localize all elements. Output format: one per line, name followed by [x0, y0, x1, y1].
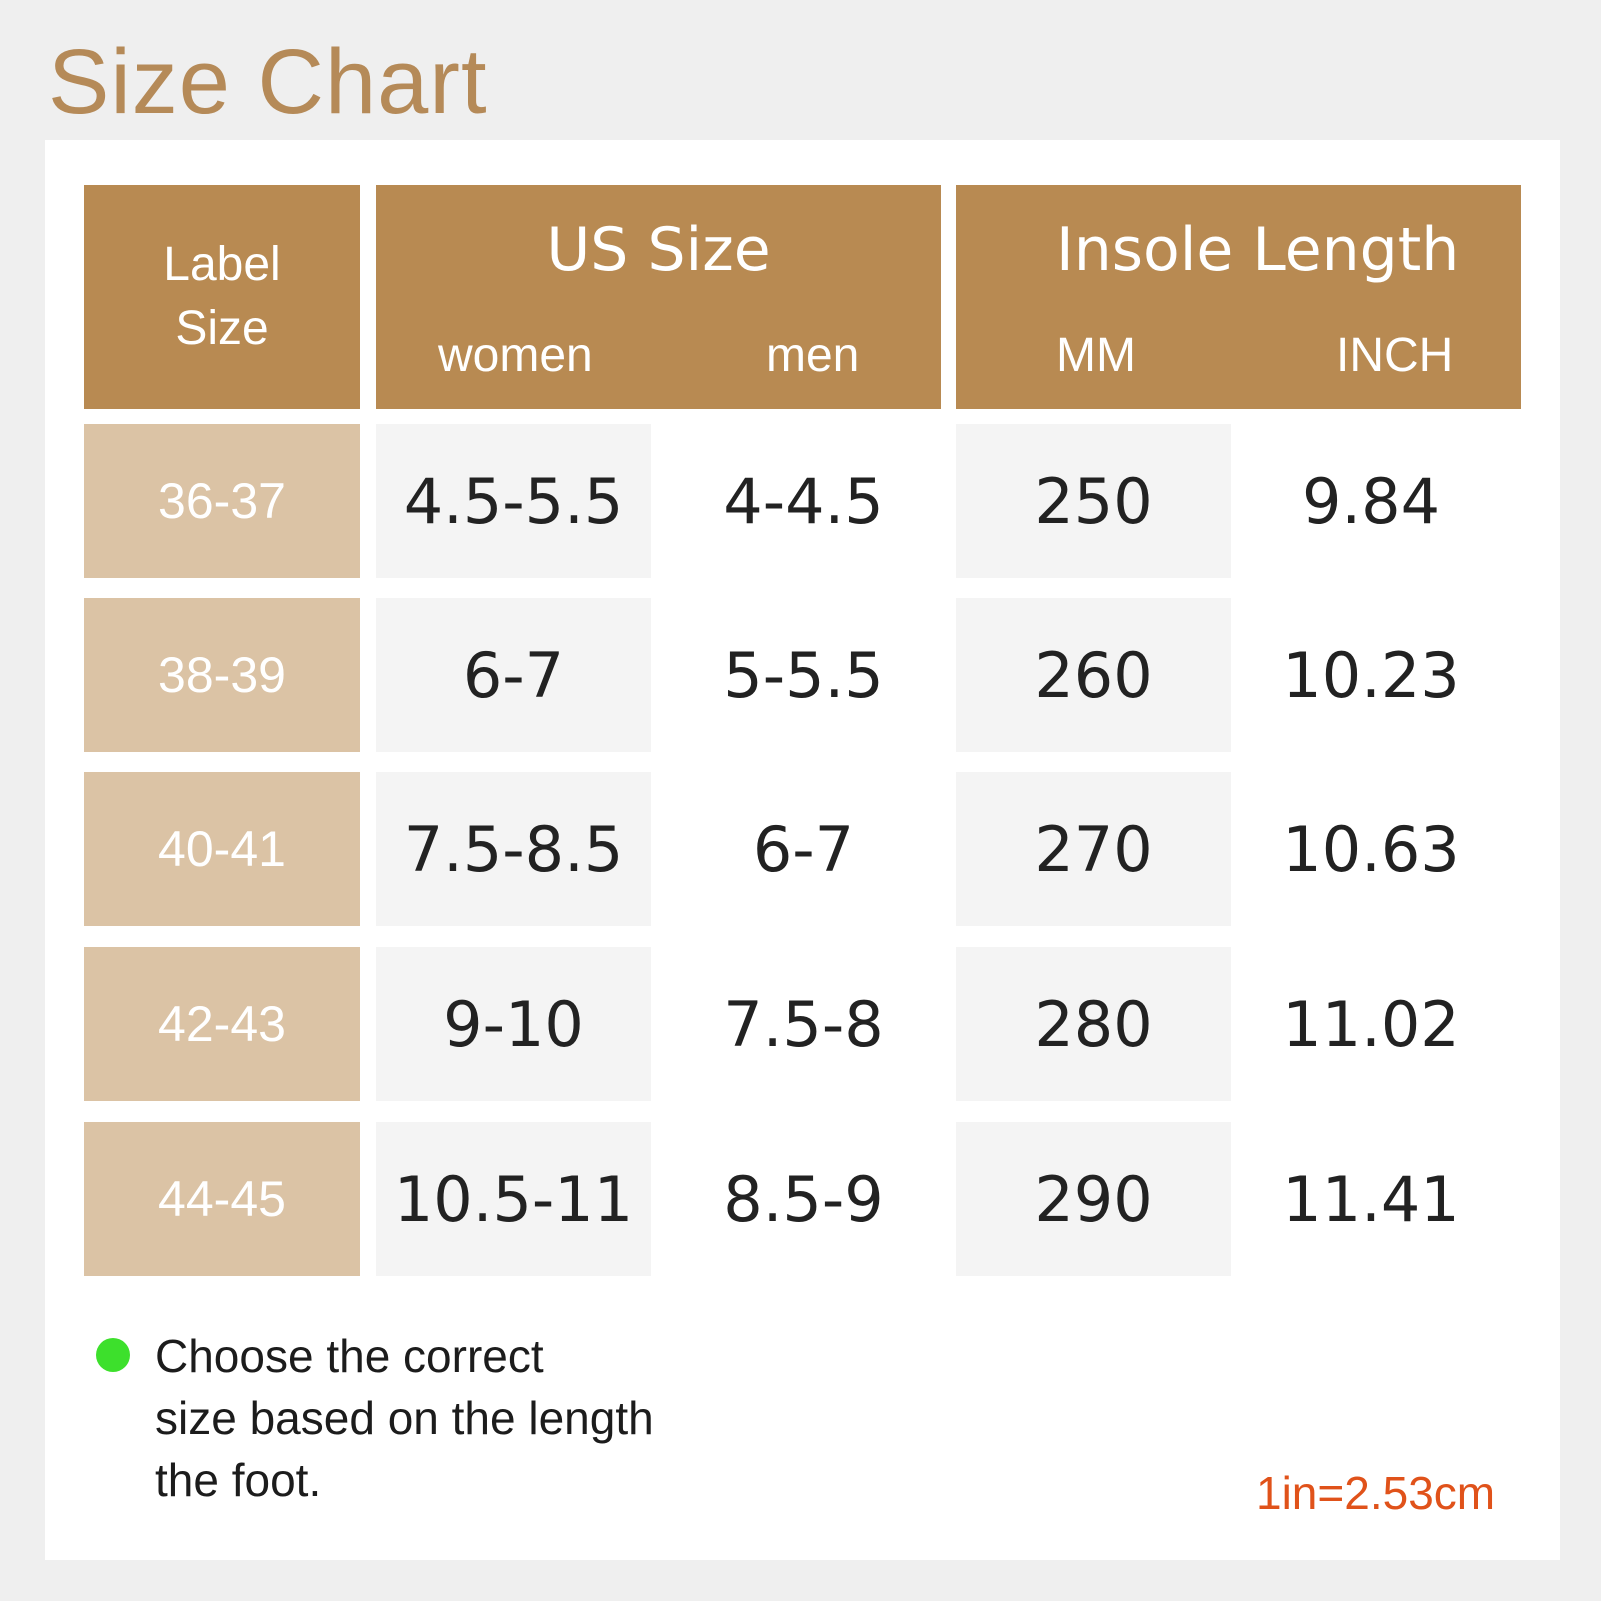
page-title: Size Chart: [48, 31, 488, 133]
insole-inch-cell: 10.63: [1282, 812, 1460, 886]
men-size-cell: 5-5.5: [723, 638, 884, 712]
women-size-cell: 6-7: [376, 598, 651, 752]
us-size-header: US Size women men: [376, 185, 941, 409]
unit-conversion-text: 1in=2.53cm: [1256, 1467, 1496, 1519]
label-size-header-line1: Label: [163, 238, 281, 291]
women-size-cell: 4.5-5.5: [376, 424, 651, 578]
insole-inch-cell: 9.84: [1301, 464, 1441, 538]
women-size-cell: 7.5-8.5: [376, 772, 651, 926]
size-note-line1: Choose the correct: [155, 1330, 544, 1382]
insole-mm-header: MM: [1056, 329, 1136, 382]
insole-mm-cell: 260: [956, 598, 1231, 752]
men-size-cell: 4-4.5: [723, 464, 884, 538]
label-size-cell: 40-41: [84, 772, 360, 926]
label-size-cell: 42-43: [84, 947, 360, 1101]
insole-mm-cell: 280: [956, 947, 1231, 1101]
label-size-header: Label Size: [84, 185, 360, 409]
insole-length-header-title: Insole Length: [1056, 215, 1460, 285]
size-note-line3: the foot.: [155, 1454, 322, 1506]
insole-inch-cell: 11.02: [1282, 987, 1460, 1061]
label-size-cell: 44-45: [84, 1122, 360, 1276]
us-size-women-header: women: [438, 329, 593, 382]
women-size-cell: 9-10: [376, 947, 651, 1101]
insole-mm-cell: 250: [956, 424, 1231, 578]
insole-length-header: Insole Length MM INCH: [956, 185, 1521, 409]
label-size-cell: 36-37: [84, 424, 360, 578]
us-size-header-title: US Size: [546, 215, 771, 285]
us-size-men-header: men: [766, 329, 860, 382]
green-dot-icon: [96, 1338, 130, 1372]
insole-mm-cell: 290: [956, 1122, 1231, 1276]
insole-inch-header: INCH: [1336, 329, 1454, 382]
size-note-line2: size based on the length: [155, 1392, 654, 1444]
label-size-cell: 38-39: [84, 598, 360, 752]
men-size-cell: 7.5-8: [723, 987, 884, 1061]
women-size-cell: 10.5-11: [376, 1122, 651, 1276]
size-note: Choose the correct size based on the len…: [155, 1325, 755, 1511]
label-size-header-line2: Size: [175, 302, 269, 355]
insole-mm-cell: 270: [956, 772, 1231, 926]
insole-inch-cell: 11.41: [1282, 1162, 1460, 1236]
men-size-cell: 8.5-9: [723, 1162, 884, 1236]
insole-inch-cell: 10.23: [1282, 638, 1460, 712]
men-size-cell: 6-7: [752, 812, 855, 886]
